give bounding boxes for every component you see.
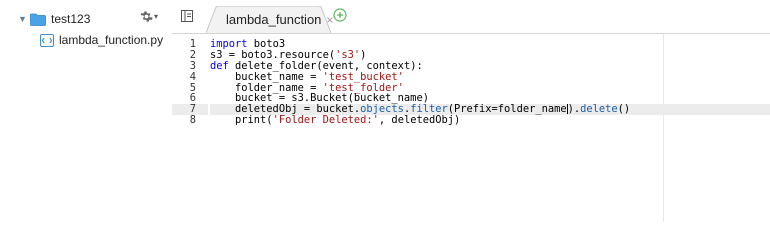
- file-tree-panel: ▼ test123 ▾ lambda_function.py: [0, 0, 173, 222]
- code-line[interactable]: print('Folder Deleted:', deletedObj): [210, 115, 770, 126]
- text-cursor: [566, 104, 568, 115]
- code-area[interactable]: 12345678 import boto3 s3 = boto3.resource…: [172, 34, 770, 222]
- tab-lambda-function[interactable]: lambda_function ×: [206, 6, 333, 33]
- file-tree-toggle-icon[interactable]: [181, 10, 193, 22]
- tree-item-file[interactable]: lambda_function.py: [40, 31, 163, 49]
- python-file-icon: [40, 33, 54, 47]
- tab-bar: lambda_function ×: [172, 0, 770, 34]
- tree-item-folder[interactable]: ▼ test123: [18, 10, 90, 28]
- code-line[interactable]: bucket_name = 'test_bucket': [210, 71, 770, 83]
- code-lines[interactable]: import boto3 s3 = boto3.resource('s3') def…: [210, 39, 770, 126]
- line-number: 4: [189, 70, 196, 83]
- settings-menu[interactable]: ▾: [140, 10, 158, 23]
- folder-icon: [30, 13, 46, 26]
- line-number-gutter: 12345678: [172, 39, 198, 126]
- folder-label: test123: [51, 12, 91, 26]
- caret-down-icon[interactable]: ▼: [18, 14, 30, 24]
- tab-label: lambda_function: [226, 12, 322, 27]
- code-editor: lambda_function × 12345678 import boto3 s…: [172, 0, 770, 222]
- gear-icon: [140, 11, 153, 22]
- file-label: lambda_function.py: [59, 33, 164, 47]
- plus-circle-icon[interactable]: [333, 8, 347, 22]
- line-number: 8: [189, 114, 196, 127]
- chevron-down-icon: ▾: [154, 12, 159, 21]
